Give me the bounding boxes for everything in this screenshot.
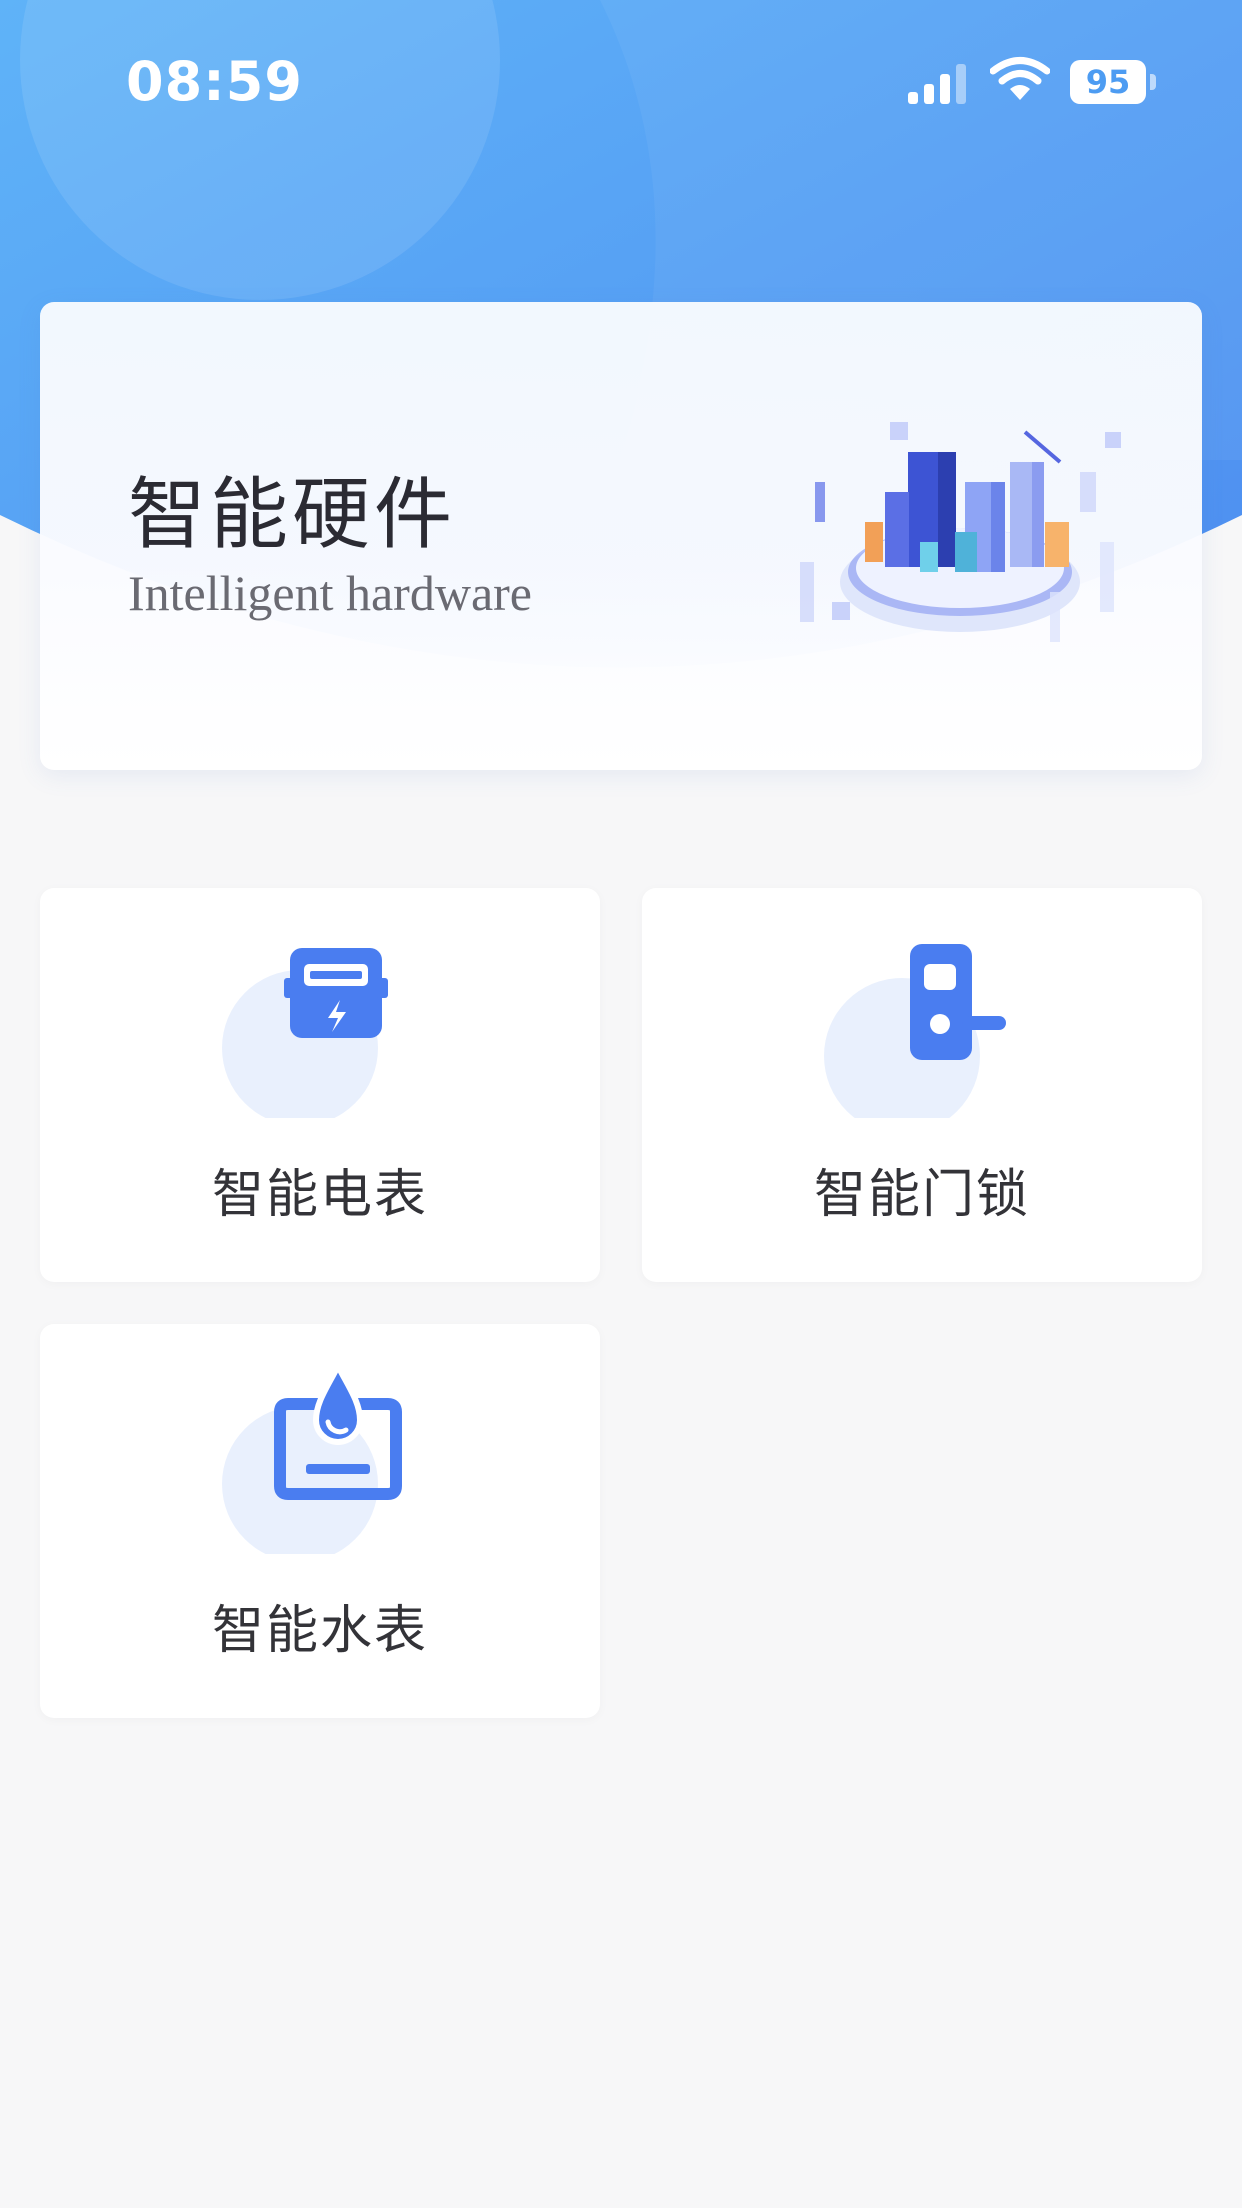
battery-level: 95 (1070, 60, 1146, 104)
wifi-icon (990, 57, 1050, 100)
battery-indicator: 95 (1070, 60, 1156, 106)
electric-meter-icon (222, 948, 388, 1118)
battery-cap (1150, 74, 1156, 90)
tile-smart-electric-meter[interactable]: 智能电表 (40, 888, 600, 1282)
smart-city-illustration (800, 422, 1121, 642)
tile-smart-water-meter[interactable]: 智能水表 (40, 1324, 600, 1718)
door-lock-icon (824, 944, 1006, 1118)
page-subtitle: Intelligent hardware (128, 565, 532, 621)
status-bar: 08:59 95 (0, 0, 1242, 170)
tile-label: 智能电表 (211, 1165, 428, 1225)
tile-smart-door-lock[interactable]: 智能门锁 (642, 888, 1202, 1282)
page-title: 智能硬件 (128, 470, 457, 560)
tile-label: 智能门锁 (813, 1165, 1030, 1225)
hero-banner: 智能硬件 Intelligent hardware (40, 302, 1202, 770)
status-time: 08:59 (126, 50, 303, 113)
cellular-signal-icon (908, 64, 966, 104)
tile-label: 智能水表 (211, 1601, 428, 1661)
water-meter-icon (222, 1364, 402, 1554)
